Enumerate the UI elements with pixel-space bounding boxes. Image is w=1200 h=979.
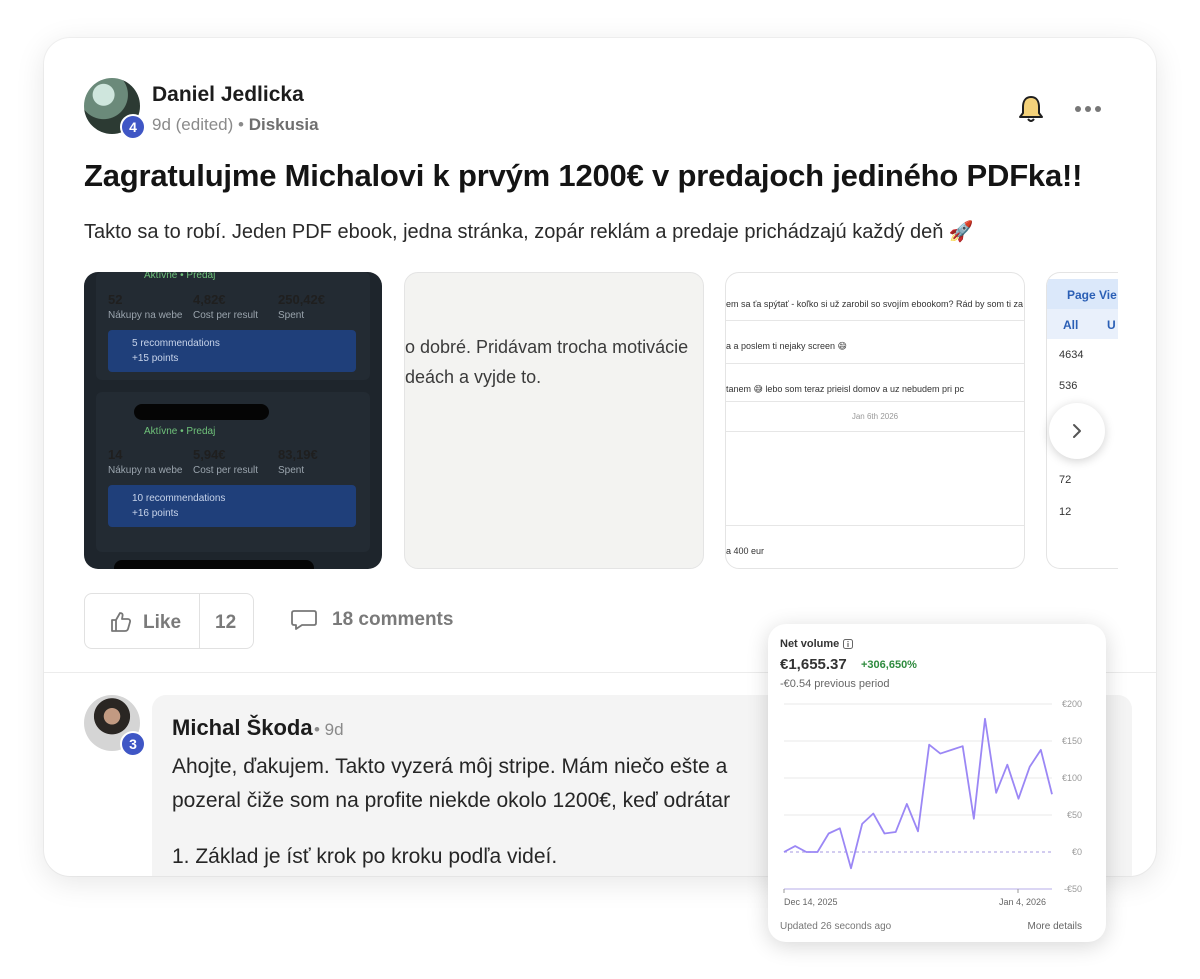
comments-button[interactable]: 18 comments bbox=[290, 608, 453, 632]
ad-spent: 250,42€ bbox=[278, 292, 325, 307]
ad-cpr-label: Cost per result bbox=[193, 465, 259, 476]
divider bbox=[199, 594, 200, 648]
chat-date: Jan 6th 2026 bbox=[851, 412, 899, 421]
more-details-link[interactable]: More details bbox=[1028, 921, 1082, 932]
ad-recommendations: 10 recommendations +16 points bbox=[108, 485, 356, 527]
stripe-delta: +306,650% bbox=[861, 659, 917, 671]
ad-status: Aktívne • Predaj bbox=[144, 272, 216, 281]
like-label: Like bbox=[143, 612, 182, 633]
divider bbox=[726, 320, 1024, 321]
info-icon[interactable] bbox=[843, 639, 854, 649]
stripe-updated: Updated 26 seconds ago bbox=[780, 921, 892, 932]
reco-points: +16 points bbox=[132, 508, 179, 519]
comment-time: • 9d bbox=[314, 720, 344, 739]
post-meta: 9d (edited) • Diskusia bbox=[152, 115, 319, 135]
thumb-text: deách a vyjde to. bbox=[405, 367, 542, 387]
post-time: 9d (edited) bbox=[152, 115, 234, 134]
like-icon bbox=[111, 612, 132, 632]
reco-points: +15 points bbox=[132, 353, 179, 364]
table-title: Page Vie bbox=[1067, 288, 1117, 302]
ad-spent: 83,19€ bbox=[278, 447, 318, 462]
ad-cpr: 4,82€ bbox=[193, 292, 226, 307]
reco-text: 10 recommendations bbox=[132, 493, 226, 504]
ad-purchases-label: Nákupy na webe bbox=[108, 310, 183, 321]
ad-recommendations: 5 recommendations +15 points bbox=[108, 330, 356, 372]
ad-purchases: 52 bbox=[108, 292, 123, 307]
ad-spent-label: Spent bbox=[278, 465, 305, 476]
meta-separator: • bbox=[233, 115, 249, 134]
table-cell: 72 bbox=[1059, 474, 1072, 486]
image-thumbnail-1[interactable]: Aktívne • Predaj 52 4,82€ 250,42€ Nákupy… bbox=[84, 272, 382, 569]
comments-label: 18 comments bbox=[332, 609, 454, 630]
stripe-value: €1,655.37 bbox=[780, 656, 847, 673]
table-cell: 4634 bbox=[1059, 349, 1084, 361]
post-category[interactable]: Diskusia bbox=[249, 115, 319, 134]
reco-text: 5 recommendations bbox=[132, 338, 220, 349]
y-tick-label: €200 bbox=[1062, 699, 1082, 709]
table-tab: All bbox=[1063, 318, 1079, 332]
x-tick-label: Dec 14, 2025 bbox=[784, 897, 838, 907]
ad-cpr: 5,94€ bbox=[193, 447, 226, 462]
chat-message: em sa ťa spýtať - koľko si už zarobil so… bbox=[726, 299, 1023, 309]
image-thumbnail-3[interactable]: em sa ťa spýtať - koľko si už zarobil so… bbox=[725, 272, 1025, 569]
comment-icon bbox=[291, 610, 317, 630]
ad-purchases-label: Nákupy na webe bbox=[108, 465, 183, 476]
like-button[interactable]: Like 12 bbox=[84, 593, 254, 649]
ad-status: Aktívne • Predaj bbox=[144, 426, 216, 437]
comment-text: 1. Základ je ísť krok po kroku podľa vid… bbox=[172, 845, 558, 868]
chat-message: tanem 😅 lebo som teraz prieisl domov a u… bbox=[726, 384, 964, 394]
table-cell: 12 bbox=[1059, 506, 1072, 518]
comment-text: Ahojte, ďakujem. Takto vyzerá môj stripe… bbox=[172, 755, 728, 778]
like-count[interactable]: 12 bbox=[215, 612, 236, 634]
y-tick-label: €150 bbox=[1062, 736, 1082, 746]
table-cell: 536 bbox=[1059, 380, 1078, 392]
stripe-previous: -€0.54 previous period bbox=[780, 678, 890, 690]
bell-icon[interactable] bbox=[1018, 94, 1044, 124]
author-name[interactable]: Daniel Jedlicka bbox=[152, 83, 304, 107]
table-tab: U bbox=[1107, 318, 1116, 332]
stripe-title-text: Net volume bbox=[780, 638, 840, 650]
ad-cpr-label: Cost per result bbox=[193, 310, 259, 321]
divider bbox=[726, 431, 1024, 432]
ad-spent-label: Spent bbox=[278, 310, 305, 321]
redaction bbox=[114, 560, 314, 569]
divider bbox=[726, 525, 1024, 526]
stripe-net-volume-card: €200 €150 €100 €50 €0 -€50 Dec 14, 2025 Jan 4, … bbox=[768, 624, 1106, 942]
y-tick-label: €0 bbox=[1072, 847, 1082, 857]
redaction bbox=[134, 404, 269, 420]
chat-message: a 400 eur bbox=[726, 546, 765, 556]
ad-purchases: 14 bbox=[108, 447, 123, 462]
gallery-next-button[interactable] bbox=[1049, 403, 1105, 459]
author-level-badge: 4 bbox=[120, 114, 146, 140]
y-tick-label: €100 bbox=[1062, 773, 1082, 783]
y-tick-label: €50 bbox=[1067, 810, 1082, 820]
commenter-level-badge: 3 bbox=[120, 731, 146, 757]
more-icon[interactable] bbox=[1074, 104, 1102, 114]
image-thumbnail-2[interactable]: o dobré. Pridávam trocha motivácie deách… bbox=[404, 272, 704, 569]
divider bbox=[726, 363, 1024, 364]
post-body: Takto sa to robí. Jeden PDF ebook, jedna… bbox=[84, 221, 974, 243]
commenter-name[interactable]: Michal Škoda bbox=[172, 715, 313, 741]
divider bbox=[726, 401, 1024, 402]
comment-text: pozeral čiže som na profite niekde okolo… bbox=[172, 789, 731, 812]
chevron-right-icon bbox=[1073, 424, 1081, 438]
thumb-text: o dobré. Pridávam trocha motivácie bbox=[405, 337, 689, 357]
y-tick-label: -€50 bbox=[1064, 884, 1082, 894]
post-title[interactable]: Zagratulujme Michalovi k prvým 1200€ v p… bbox=[84, 158, 1082, 194]
stripe-title: Net volume bbox=[780, 638, 854, 650]
chat-message: a a poslem ti nejaky screen 😄 bbox=[726, 341, 847, 351]
x-tick-label: Jan 4, 2026 bbox=[999, 897, 1046, 907]
